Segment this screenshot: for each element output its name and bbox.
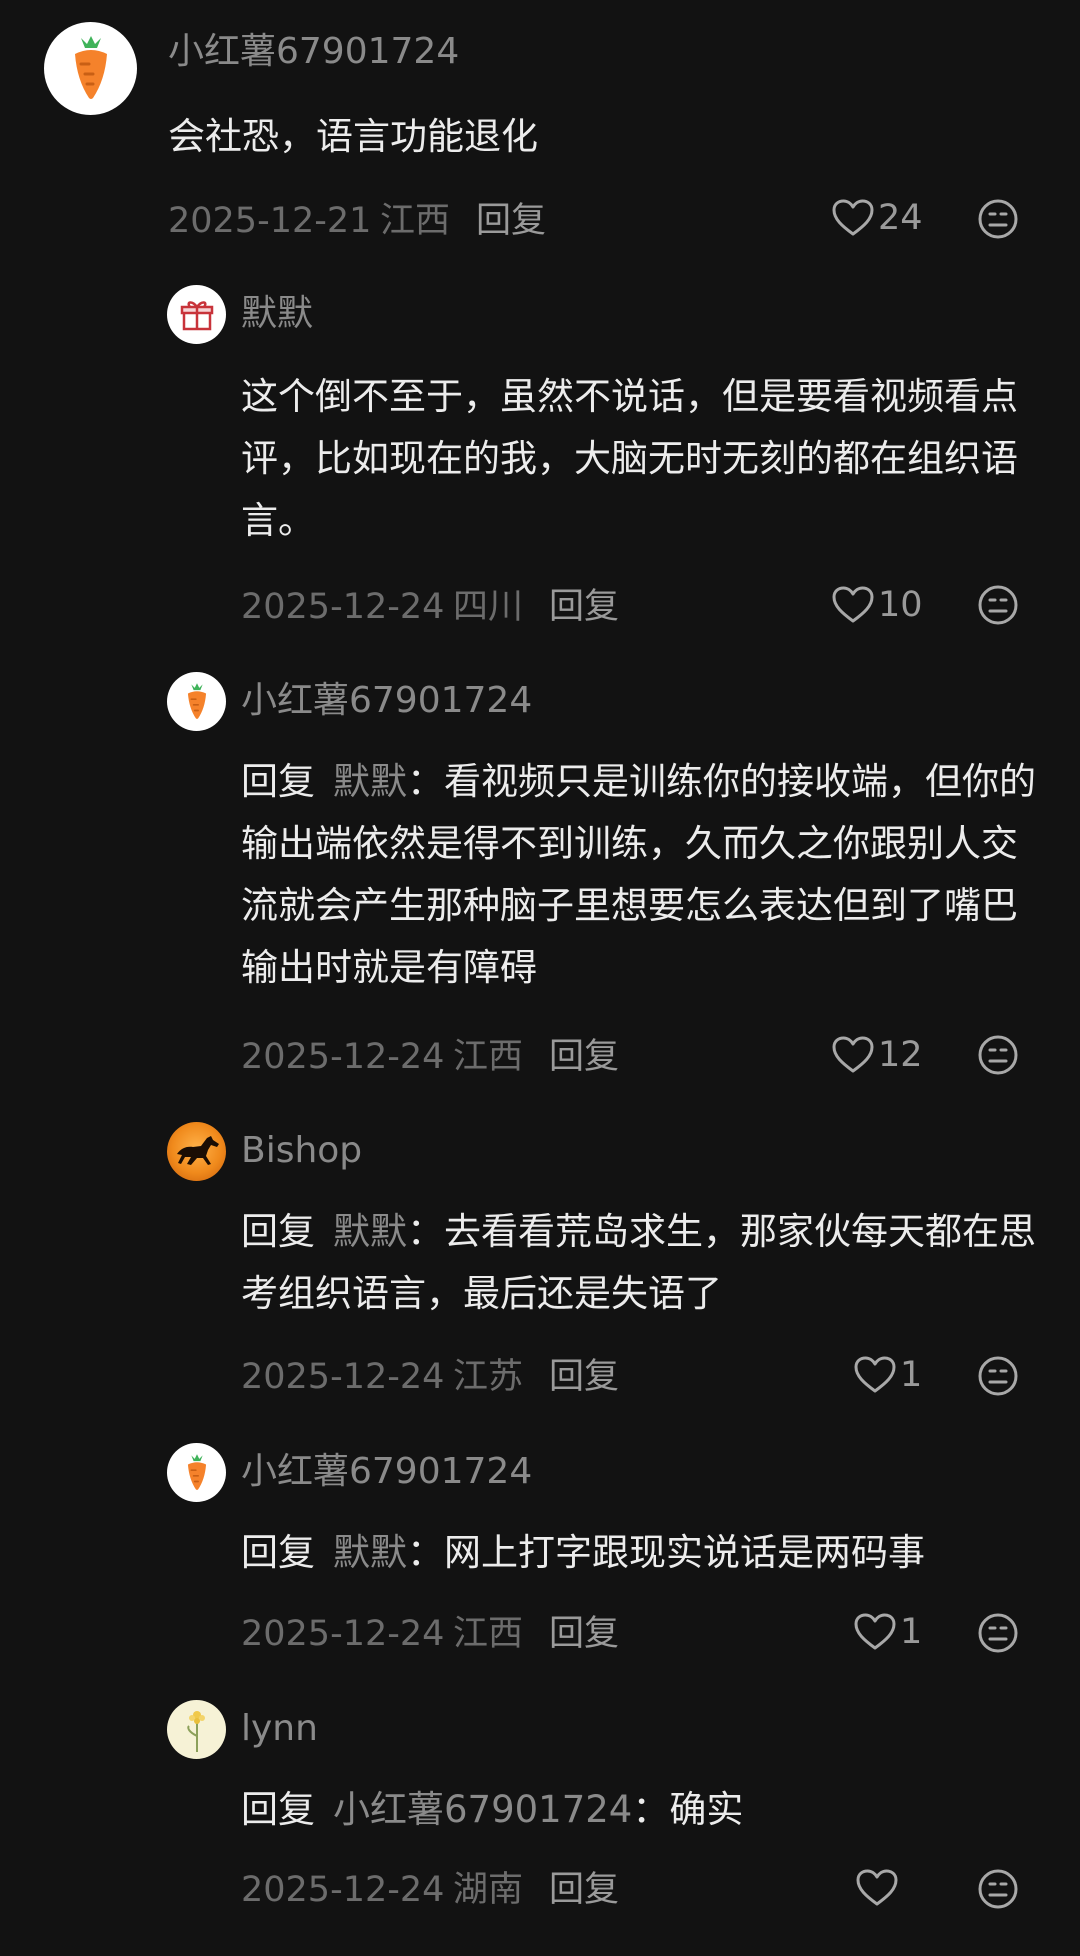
reply-content: 网上打字跟现实说话是两码事 <box>444 1531 925 1574</box>
avatar[interactable] <box>167 1700 226 1759</box>
comment-location: 四川 <box>453 587 524 627</box>
reply-target-user[interactable]: 默默 <box>333 760 407 803</box>
comment-text: 会社恐，语言功能退化 <box>168 115 538 158</box>
carrot-icon <box>187 1453 206 1490</box>
like-count: 10 <box>878 585 923 625</box>
username[interactable]: 小红薯67901724 <box>241 679 532 723</box>
heart-icon <box>832 199 874 236</box>
heart-icon <box>856 1869 898 1906</box>
carrot-icon <box>74 35 107 99</box>
reply-prefix: 回复 <box>241 760 315 803</box>
like-button[interactable] <box>856 1863 902 1913</box>
like-count: 24 <box>878 198 923 238</box>
comment-date: 2025-12-24 <box>241 1614 445 1654</box>
emoji-reaction-icon[interactable] <box>977 1355 1019 1397</box>
comment-date: 2025-12-24 <box>241 1357 445 1397</box>
comment-text: 这个倒不至于，虽然不说话，但是要看视频看点评，比如现在的我，大脑无时无刻的都在组… <box>241 375 1018 542</box>
reply-button[interactable]: 回复 <box>549 1865 619 1915</box>
reply-prefix: 回复 <box>241 1788 315 1831</box>
comment-location: 湖南 <box>453 1870 524 1910</box>
like-count: 12 <box>878 1035 923 1075</box>
reply-target-user[interactable]: 默默 <box>333 1531 407 1574</box>
comment-text: 回复 默默：网上打字跟现实说话是两码事 <box>241 1522 1051 1584</box>
username[interactable]: 小红薯67901724 <box>168 30 459 74</box>
avatar[interactable] <box>167 672 226 731</box>
like-button[interactable]: 1 <box>854 1350 922 1400</box>
comment-location: 江苏 <box>453 1357 524 1397</box>
comment-meta: 2025-12-21 江西 回复 <box>168 196 1068 246</box>
comment-date: 2025-12-24 <box>241 1870 445 1910</box>
heart-icon <box>832 586 874 623</box>
username[interactable]: 默默 <box>241 292 313 336</box>
reply-target-user[interactable]: 小红薯67901724 <box>333 1788 632 1831</box>
heart-icon <box>854 1613 896 1650</box>
like-button[interactable]: 10 <box>832 580 923 630</box>
like-button[interactable]: 1 <box>854 1607 922 1657</box>
reply-colon: ： <box>407 1531 444 1574</box>
reply-target-user[interactable]: 默默 <box>333 1210 407 1253</box>
emoji-reaction-icon[interactable] <box>977 1612 1019 1654</box>
reply-colon: ： <box>632 1788 670 1831</box>
like-button[interactable]: 12 <box>832 1030 923 1080</box>
reply-content: 确实 <box>669 1788 744 1831</box>
comment-location: 江西 <box>453 1614 524 1654</box>
comment-date: 2025-12-21 <box>168 201 372 241</box>
comment-text: 回复 小红薯67901724：确实 <box>241 1779 1051 1841</box>
comment-date: 2025-12-24 <box>241 1037 445 1077</box>
reply-button[interactable]: 回复 <box>549 1609 619 1659</box>
comment-location: 江西 <box>453 1037 524 1077</box>
reply-button[interactable]: 回复 <box>549 1352 619 1402</box>
reply-button[interactable]: 回复 <box>549 1032 619 1082</box>
emoji-reaction-icon[interactable] <box>977 198 1019 240</box>
avatar[interactable] <box>44 22 137 115</box>
username[interactable]: lynn <box>241 1707 318 1751</box>
comment-text: 回复 默默：看视频只是训练你的接收端，但你的输出端依然是得不到训练，久而久之你跟别… <box>241 751 1051 999</box>
flower-icon <box>186 1710 205 1752</box>
avatar[interactable] <box>167 1122 226 1181</box>
reply-prefix: 回复 <box>241 1531 315 1574</box>
reply-colon: ： <box>407 1210 444 1253</box>
like-count: 1 <box>900 1355 923 1395</box>
like-count: 1 <box>900 1612 923 1652</box>
reply-prefix: 回复 <box>241 1210 315 1253</box>
comment-text: 回复 默默：去看看荒岛求生，那家伙每天都在思考组织语言，最后还是失语了 <box>241 1201 1051 1325</box>
username[interactable]: 小红薯67901724 <box>241 1450 532 1494</box>
heart-icon <box>832 1036 874 1073</box>
reply-button[interactable]: 回复 <box>549 582 619 632</box>
horse-silhouette-icon <box>176 1135 219 1165</box>
emoji-reaction-icon[interactable] <box>977 1868 1019 1910</box>
heart-icon <box>854 1356 896 1393</box>
comment-meta: 2025-12-24 湖南 回复 <box>241 1865 1041 1915</box>
comment-date: 2025-12-24 <box>241 587 445 627</box>
username[interactable]: Bishop <box>241 1129 362 1173</box>
avatar[interactable] <box>167 285 226 344</box>
emoji-reaction-icon[interactable] <box>977 584 1019 626</box>
reply-colon: ： <box>407 760 444 803</box>
emoji-reaction-icon[interactable] <box>977 1034 1019 1076</box>
reply-button[interactable]: 回复 <box>476 196 546 246</box>
carrot-icon <box>187 682 206 719</box>
avatar[interactable] <box>167 1443 226 1502</box>
like-button[interactable]: 24 <box>832 193 923 243</box>
comment-location: 江西 <box>380 201 451 241</box>
comment-item: 小红薯67901724 会社恐，语言功能退化 2025-12-21 江西 回复 … <box>0 0 1080 241</box>
gift-icon <box>180 300 213 330</box>
